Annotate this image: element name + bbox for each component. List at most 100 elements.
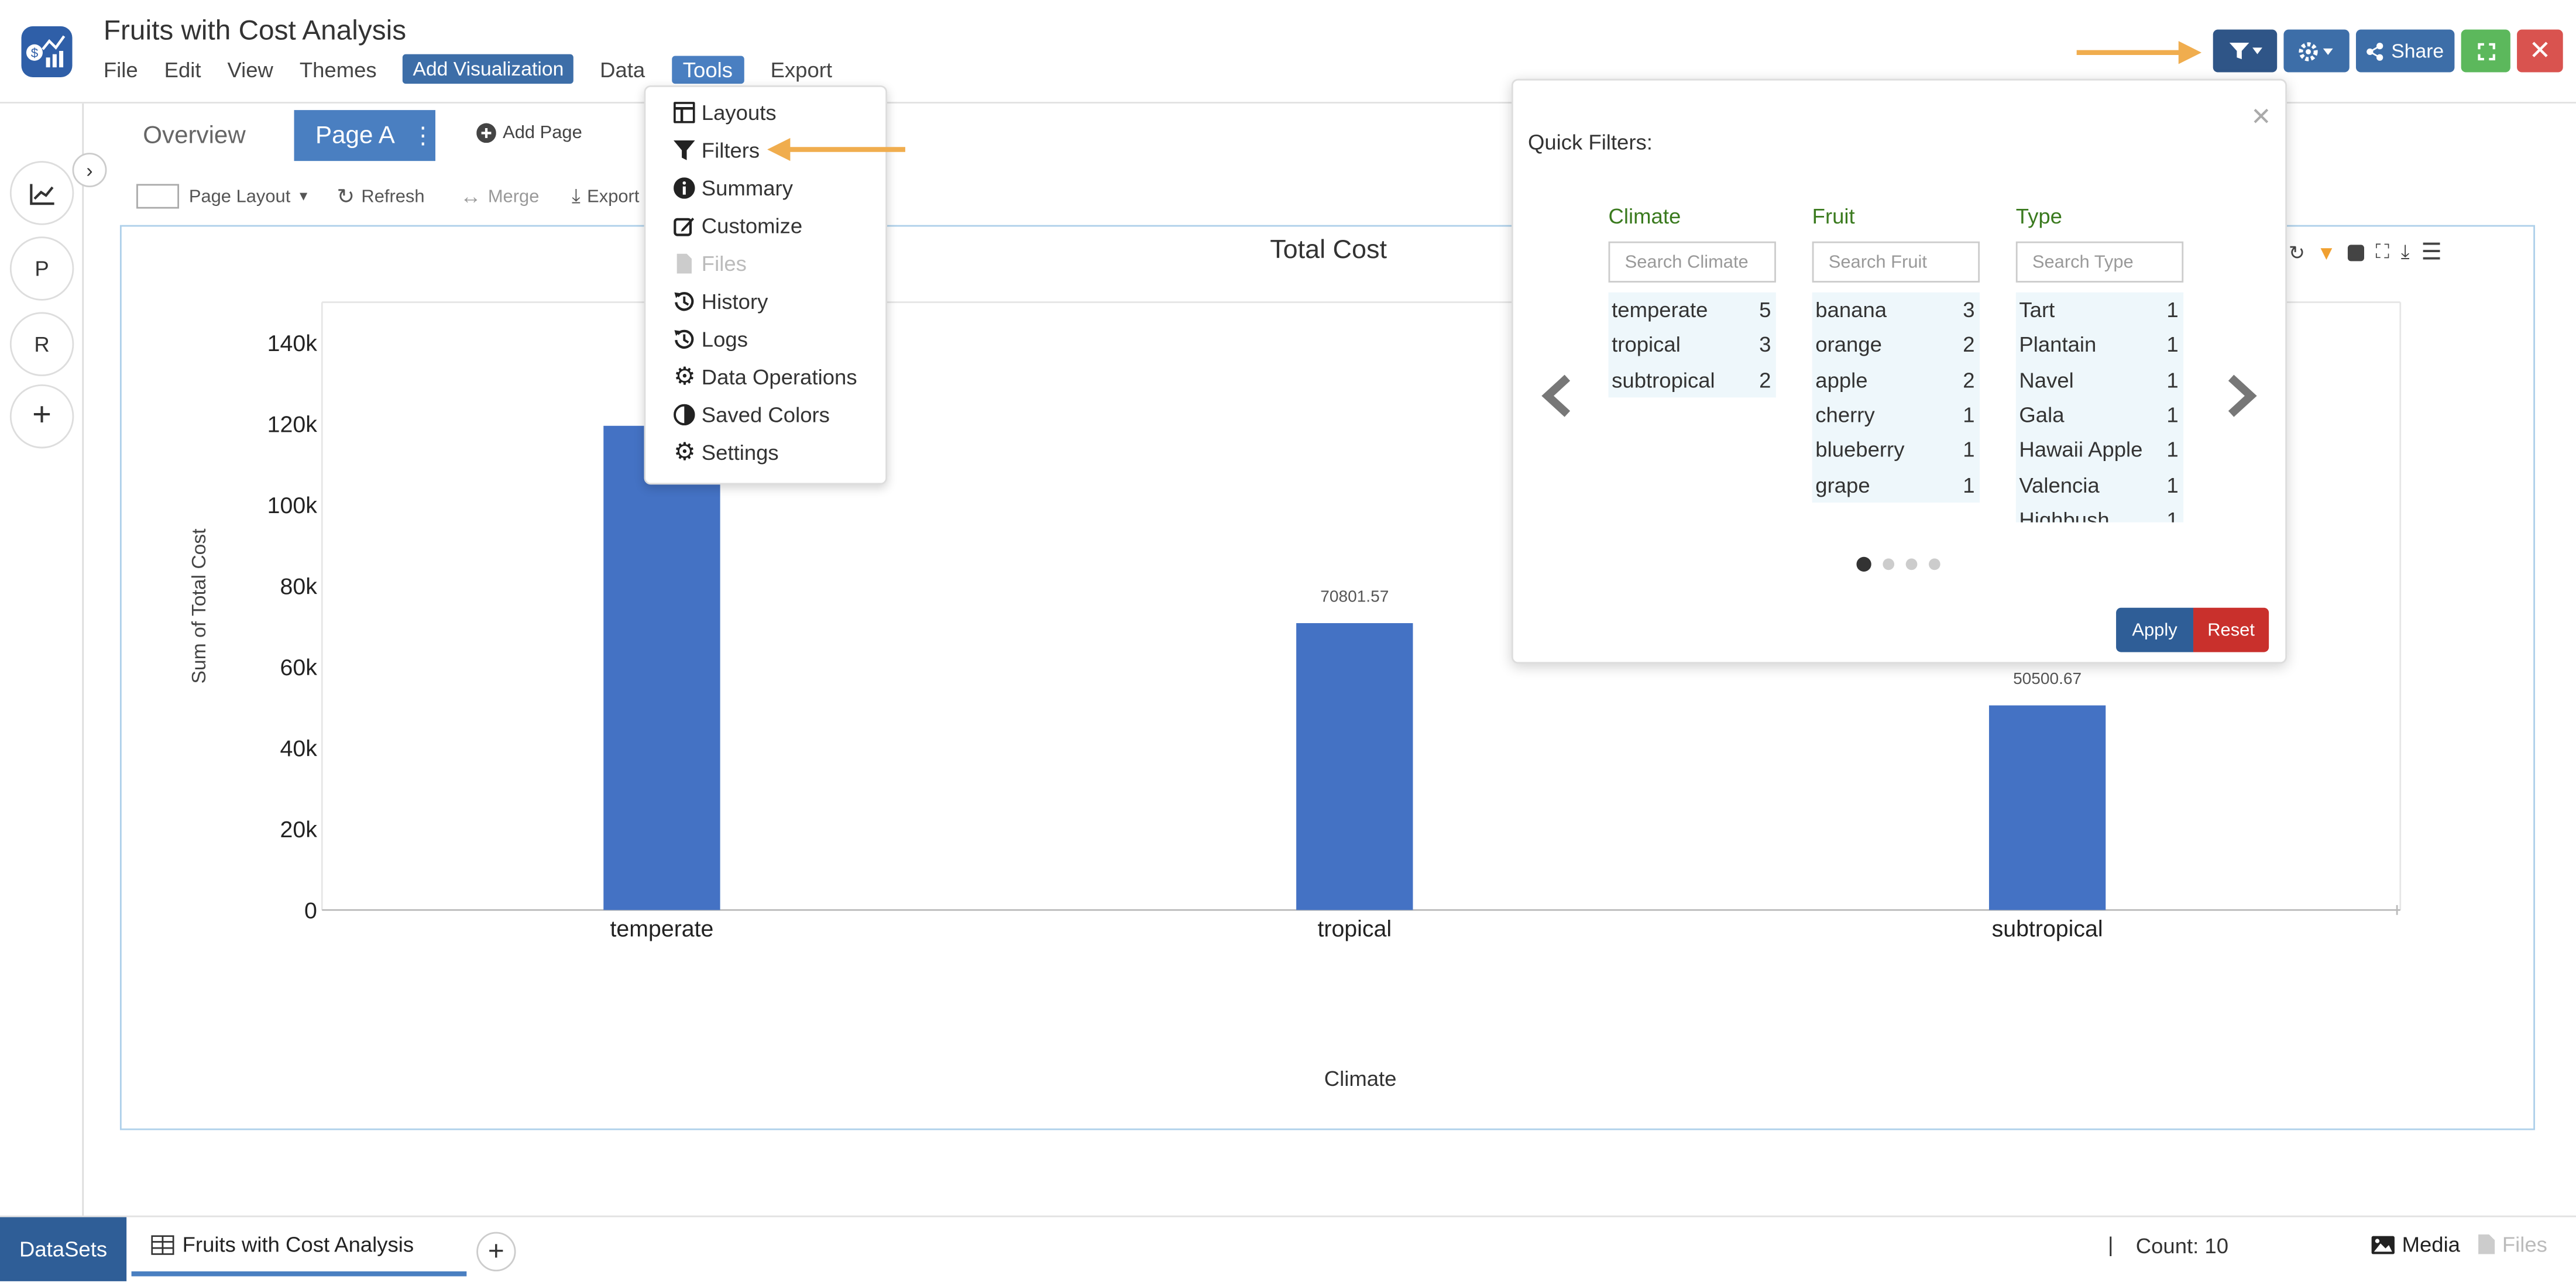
list-item[interactable]: apple 2 xyxy=(1812,362,1980,397)
list-item-count: 1 xyxy=(1963,437,1975,462)
list-item[interactable]: orange 2 xyxy=(1812,328,1980,363)
count-divider: | xyxy=(2108,1232,2114,1257)
list-item-label: blueberry xyxy=(1815,437,1905,462)
chevron-left-icon[interactable] xyxy=(1540,373,1576,419)
carousel-dot[interactable] xyxy=(1905,558,1918,570)
history-icon xyxy=(674,292,694,311)
menu-item-logs[interactable]: Logs xyxy=(674,327,748,352)
menu-item-settings[interactable]: ⚙ Settings xyxy=(674,440,779,465)
list-item[interactable]: subtropical 2 xyxy=(1609,362,1776,397)
menu-item-label: History xyxy=(701,289,768,314)
list-item-count: 2 xyxy=(1963,367,1975,393)
filter-column-header-climate: Climate xyxy=(1608,204,1681,229)
y-tick-label: 60k xyxy=(280,655,317,680)
gear-icon: ⚙ xyxy=(674,438,696,467)
bar xyxy=(1988,705,2106,910)
menu-item-layouts[interactable]: Layouts xyxy=(674,100,777,125)
add-dataset-button[interactable]: + xyxy=(476,1232,516,1272)
x-tick-label: subtropical xyxy=(1992,916,2103,941)
data-label: 70801.57 xyxy=(1320,587,1389,606)
list-item[interactable]: grape 1 xyxy=(1812,467,1980,503)
dataset-tab-label: Fruits with Cost Analysis xyxy=(182,1232,414,1257)
search-climate-input[interactable]: Search Climate xyxy=(1608,241,1776,283)
list-item-label: Tart xyxy=(2019,297,2055,322)
menu-item-summary[interactable]: Summary xyxy=(674,176,793,201)
y-tick-label: 140k xyxy=(267,331,318,356)
quick-filters-title: Quick Filters: xyxy=(1527,129,1653,154)
image-icon xyxy=(2371,1235,2395,1254)
list-item-count: 1 xyxy=(1963,402,1975,428)
list-item-count: 2 xyxy=(1759,367,1771,393)
contrast-icon xyxy=(674,404,695,426)
menu-item-label: Settings xyxy=(701,440,779,465)
plus-icon: + xyxy=(487,1235,504,1267)
files-label: Files xyxy=(2502,1232,2547,1257)
row-count: Count: 10 xyxy=(2135,1233,2229,1259)
info-icon xyxy=(674,177,695,199)
list-item[interactable]: blueberry 1 xyxy=(1812,432,1980,467)
x-axis-label: Climate xyxy=(1324,1067,1397,1091)
list-item-count: 1 xyxy=(2166,507,2179,522)
file-icon xyxy=(2478,1234,2495,1254)
carousel-dot[interactable] xyxy=(1883,558,1895,570)
callout-arrow-icon xyxy=(767,137,905,161)
list-item[interactable]: Plantain 1 xyxy=(2016,328,2183,363)
list-item-count: 1 xyxy=(2166,472,2179,497)
list-item-label: Hawaii Apple xyxy=(2019,437,2143,462)
menu-item-label: Layouts xyxy=(701,100,777,125)
list-item-count: 1 xyxy=(2166,367,2179,393)
list-item-label: orange xyxy=(1815,332,1882,357)
media-button[interactable]: Media xyxy=(2371,1232,2460,1257)
list-item[interactable]: temperate 5 xyxy=(1609,293,1776,328)
list-item[interactable]: Gala 1 xyxy=(2016,397,2183,432)
close-popup-icon[interactable]: ✕ xyxy=(2251,102,2271,132)
carousel-dot[interactable] xyxy=(1929,558,1940,570)
apply-button[interactable]: Apply xyxy=(2116,607,2194,652)
carousel-dot-active[interactable] xyxy=(1856,556,1871,572)
list-item-label: banana xyxy=(1815,297,1887,322)
bar xyxy=(603,425,720,910)
list-item[interactable]: Hawaii Apple 1 xyxy=(2016,432,2183,467)
list-item-label: cherry xyxy=(1815,402,1875,428)
gear-icon: ⚙ xyxy=(674,363,696,391)
list-item-label: Plantain xyxy=(2019,332,2097,357)
table-icon xyxy=(151,1234,174,1254)
list-item[interactable]: Tart 1 xyxy=(2016,293,2183,328)
files-button: Files xyxy=(2478,1232,2547,1257)
list-item-count: 1 xyxy=(2166,402,2179,428)
datasets-button[interactable]: DataSets xyxy=(0,1217,127,1281)
y-axis-label: Sum of Total Cost xyxy=(188,528,210,684)
list-item-label: Gala xyxy=(2019,402,2065,428)
list-item[interactable]: Highbush 1 xyxy=(2016,502,2183,522)
menu-item-label: Data Operations xyxy=(701,365,857,390)
menu-item-customize[interactable]: Customize xyxy=(674,214,802,238)
filter-column-header-fruit: Fruit xyxy=(1812,204,1855,229)
list-item-count: 2 xyxy=(1963,332,1975,357)
list-item-count: 1 xyxy=(1963,472,1975,497)
reset-button[interactable]: Reset xyxy=(2193,607,2269,652)
list-item-label: Highbush xyxy=(2019,507,2110,522)
search-type-input[interactable]: Search Type xyxy=(2015,241,2184,283)
menu-item-label: Logs xyxy=(701,326,748,352)
menu-item-filters[interactable]: Filters xyxy=(674,138,760,163)
filter-column-header-type: Type xyxy=(2015,204,2062,229)
search-fruit-input[interactable]: Search Fruit xyxy=(1812,241,1980,283)
filter-list-type: Tart 1 Plantain 1 Navel 1 Gala 1 Hawaii Appl… xyxy=(2015,292,2184,522)
menu-item-saved-colors[interactable]: Saved Colors xyxy=(674,403,830,427)
list-item[interactable]: banana 3 xyxy=(1812,293,1980,328)
list-item-count: 1 xyxy=(2166,297,2179,322)
list-item[interactable]: Valencia 1 xyxy=(2016,467,2183,503)
list-item[interactable]: tropical 3 xyxy=(1609,328,1776,363)
filter-icon xyxy=(674,140,695,160)
dataset-tab[interactable]: Fruits with Cost Analysis xyxy=(131,1217,467,1277)
x-tick-label: temperate xyxy=(610,916,713,941)
y-tick-label: 80k xyxy=(280,573,317,599)
menu-item-history[interactable]: History xyxy=(674,289,768,314)
menu-item-label: Customize xyxy=(701,213,803,239)
chevron-right-icon[interactable] xyxy=(2223,373,2259,419)
menu-item-data-operations[interactable]: ⚙ Data Operations xyxy=(674,365,857,389)
list-item[interactable]: cherry 1 xyxy=(1812,397,1980,432)
y-tick-label: 120k xyxy=(267,411,318,437)
list-item[interactable]: Navel 1 xyxy=(2016,362,2183,397)
bar xyxy=(1296,623,1413,910)
